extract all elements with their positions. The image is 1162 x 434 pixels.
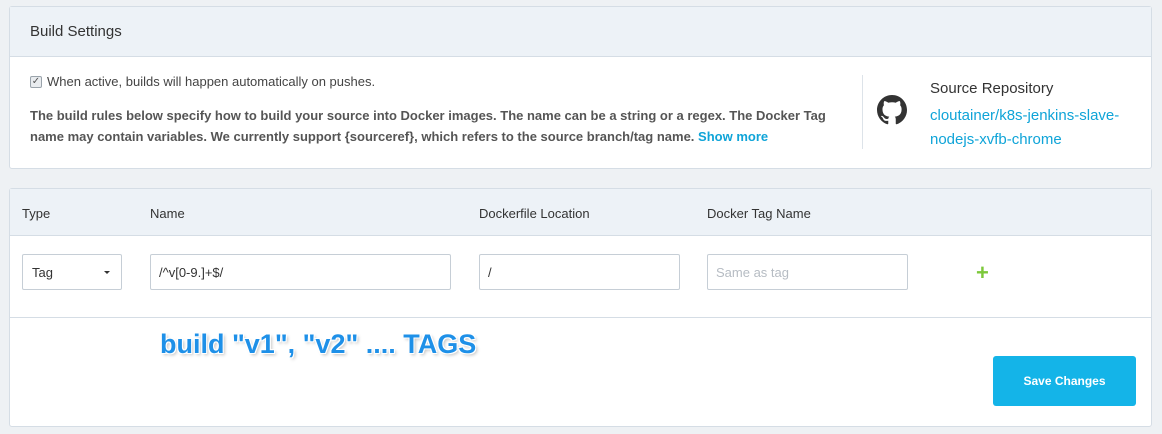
table-header: Type Name Dockerfile Location Docker Tag…	[10, 189, 1151, 236]
plus-icon[interactable]: +	[976, 260, 989, 286]
show-more-link[interactable]: Show more	[698, 129, 768, 144]
column-docker-tag-name: Docker Tag Name	[707, 206, 811, 221]
type-select-value: Tag	[32, 265, 53, 280]
source-repository-link[interactable]: cloutainer/k8s-jenkins-slave-nodejs-xvfb…	[930, 104, 1140, 152]
column-type: Type	[22, 206, 51, 221]
column-dockerfile-location: Dockerfile Location	[479, 206, 590, 221]
name-input[interactable]	[150, 254, 451, 290]
github-icon	[877, 95, 907, 125]
divider	[862, 75, 863, 149]
dockerfile-location-input[interactable]	[479, 254, 680, 290]
panel-title: Build Settings	[10, 7, 1151, 57]
build-rules-panel: Type Name Dockerfile Location Docker Tag…	[9, 188, 1152, 427]
table-row: Tag +	[10, 236, 1151, 318]
annotation-text: build "v1", "v2" .... TAGS	[160, 329, 477, 359]
autobuild-checkbox[interactable]: ✓	[30, 75, 42, 88]
build-rules-description: The build rules below specify how to bui…	[30, 105, 850, 147]
build-settings-panel: Build Settings ✓ When active, builds wil…	[9, 6, 1152, 169]
save-changes-button[interactable]: Save Changes	[993, 356, 1136, 406]
type-select[interactable]: Tag	[22, 254, 122, 290]
source-repository-title: Source Repository	[930, 80, 1054, 97]
autobuild-toggle[interactable]: ✓ When active, builds will happen automa…	[30, 74, 375, 89]
column-name: Name	[150, 206, 185, 221]
autobuild-label: When active, builds will happen automati…	[47, 74, 376, 89]
docker-tag-name-input[interactable]	[707, 254, 908, 290]
caret-down-icon	[104, 271, 110, 274]
